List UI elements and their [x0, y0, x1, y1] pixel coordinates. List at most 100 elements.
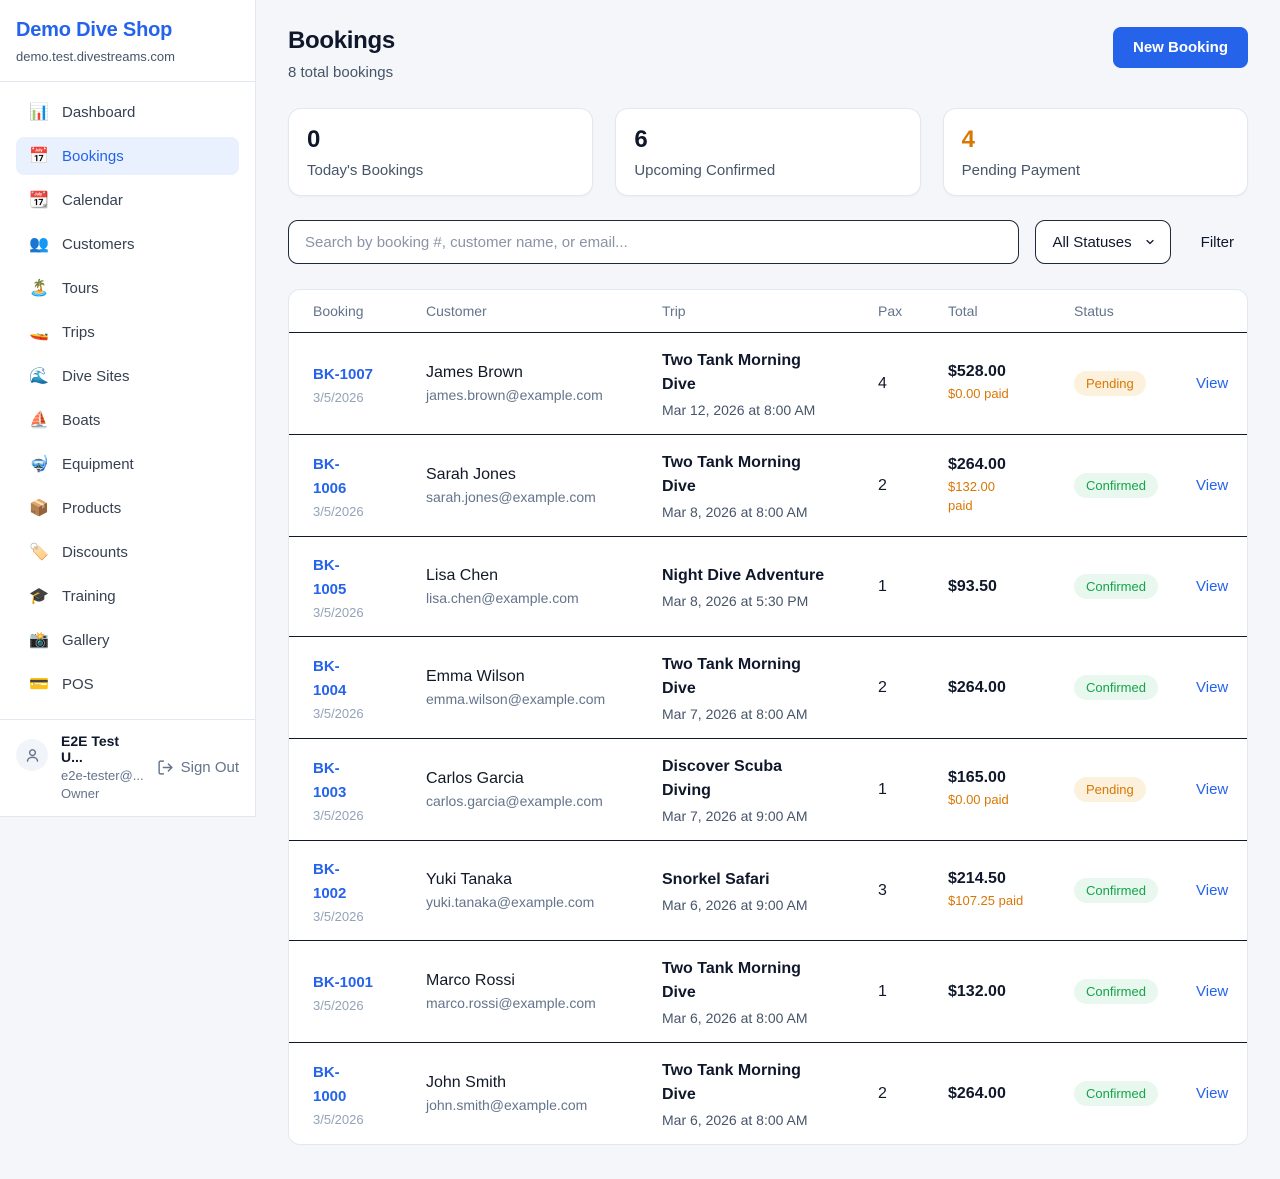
trip-cell: Two Tank Morning Dive Mar 7, 2026 at 8:0… — [662, 653, 878, 722]
booking-cell: BK-1007 3/5/2026 — [313, 363, 426, 405]
sidebar-item-bookings[interactable]: 📅 Bookings — [16, 137, 239, 175]
booking-cell: BK- 1000 3/5/2026 — [313, 1061, 426, 1127]
total-cell: $264.00 — [948, 1085, 1074, 1103]
trip-datetime: Mar 8, 2026 at 8:00 AM — [662, 504, 878, 520]
user-icon — [24, 747, 41, 764]
sidebar-item-products[interactable]: 📦 Products — [16, 489, 239, 527]
customer-name: John Smith — [426, 1074, 662, 1092]
view-link[interactable]: View — [1196, 882, 1228, 899]
trip-name: Two Tank Morning Dive — [662, 957, 878, 1005]
page-header: Bookings 8 total bookings New Booking — [288, 27, 1248, 81]
booking-date: 3/5/2026 — [313, 706, 426, 721]
actions-cell: View — [1196, 375, 1228, 393]
customer-email: john.smith@example.com — [426, 1097, 662, 1113]
user-meta: E2E Test U... e2e-tester@... Owner — [61, 733, 144, 801]
equipment-icon: 🤿 — [29, 454, 49, 474]
trip-cell: Discover Scuba Diving Mar 7, 2026 at 9:0… — [662, 755, 878, 824]
trip-datetime: Mar 6, 2026 at 8:00 AM — [662, 1010, 878, 1026]
booking-id-link[interactable]: BK- 1000 — [313, 1061, 426, 1109]
booking-id-link[interactable]: BK- 1002 — [313, 858, 426, 906]
status-cell: Pending — [1074, 777, 1196, 802]
sidebar-item-pos[interactable]: 💳 POS — [16, 665, 239, 703]
view-link[interactable]: View — [1196, 375, 1228, 392]
view-link[interactable]: View — [1196, 781, 1228, 798]
page-header-text: Bookings 8 total bookings — [288, 27, 395, 81]
filter-button[interactable]: Filter — [1187, 234, 1248, 251]
booking-id-link[interactable]: BK- 1005 — [313, 554, 426, 602]
booking-id-link[interactable]: BK- 1004 — [313, 655, 426, 703]
sign-out-button[interactable]: Sign Out — [157, 759, 239, 776]
view-link[interactable]: View — [1196, 983, 1228, 1000]
sidebar-item-tours[interactable]: 🏝️ Tours — [16, 269, 239, 307]
column-header-trip: Trip — [662, 303, 878, 319]
pos-icon: 💳 — [29, 674, 49, 694]
trip-name: Discover Scuba Diving — [662, 755, 878, 803]
sidebar-item-equipment[interactable]: 🤿 Equipment — [16, 445, 239, 483]
customer-email: james.brown@example.com — [426, 387, 662, 403]
customer-cell: Yuki Tanaka yuki.tanaka@example.com — [426, 871, 662, 910]
booking-id-link[interactable]: BK- 1006 — [313, 453, 426, 501]
trip-cell: Two Tank Morning Dive Mar 8, 2026 at 8:0… — [662, 451, 878, 520]
shop-name: Demo Dive Shop — [16, 19, 239, 42]
booking-date: 3/5/2026 — [313, 504, 426, 519]
actions-cell: View — [1196, 882, 1228, 900]
view-link[interactable]: View — [1196, 477, 1228, 494]
view-link[interactable]: View — [1196, 578, 1228, 595]
gallery-icon: 📸 — [29, 630, 49, 650]
sidebar-item-label: Dashboard — [62, 104, 135, 121]
booking-date: 3/5/2026 — [313, 998, 426, 1013]
stat-label: Upcoming Confirmed — [634, 162, 901, 179]
stat-label: Pending Payment — [962, 162, 1229, 179]
shop-domain: demo.test.divestreams.com — [16, 49, 239, 64]
total-cell: $165.00 $0.00 paid — [948, 769, 1074, 810]
customer-cell: John Smith john.smith@example.com — [426, 1074, 662, 1113]
booking-cell: BK- 1006 3/5/2026 — [313, 453, 426, 519]
sidebar-item-label: Discounts — [62, 544, 128, 561]
total-amount: $165.00 — [948, 769, 1074, 787]
customer-email: yuki.tanaka@example.com — [426, 894, 662, 910]
sidebar-item-dashboard[interactable]: 📊 Dashboard — [16, 93, 239, 131]
view-link[interactable]: View — [1196, 1085, 1228, 1102]
sidebar-item-training[interactable]: 🎓 Training — [16, 577, 239, 615]
booking-date: 3/5/2026 — [313, 808, 426, 823]
sidebar-item-dive-sites[interactable]: 🌊 Dive Sites — [16, 357, 239, 395]
new-booking-button[interactable]: New Booking — [1113, 27, 1248, 68]
column-header-pax: Pax — [878, 303, 948, 319]
total-cell: $528.00 $0.00 paid — [948, 363, 1074, 404]
trip-name: Snorkel Safari — [662, 868, 878, 892]
actions-cell: View — [1196, 983, 1228, 1001]
booking-cell: BK- 1005 3/5/2026 — [313, 554, 426, 620]
booking-id-link[interactable]: BK- 1003 — [313, 757, 426, 805]
customer-cell: Emma Wilson emma.wilson@example.com — [426, 668, 662, 707]
sidebar-item-discounts[interactable]: 🏷️ Discounts — [16, 533, 239, 571]
sidebar-item-label: Bookings — [62, 148, 124, 165]
sidebar-item-label: Equipment — [62, 456, 134, 473]
trip-datetime: Mar 6, 2026 at 8:00 AM — [662, 1112, 878, 1128]
customer-name: Emma Wilson — [426, 668, 662, 686]
sidebar-item-customers[interactable]: 👥 Customers — [16, 225, 239, 263]
trip-datetime: Mar 7, 2026 at 9:00 AM — [662, 808, 878, 824]
booking-id-link[interactable]: BK-1007 — [313, 363, 426, 387]
table-row: BK-1001 3/5/2026 Marco Rossi marco.rossi… — [289, 941, 1247, 1043]
view-link[interactable]: View — [1196, 679, 1228, 696]
status-cell: Confirmed — [1074, 979, 1196, 1004]
sidebar-item-gallery[interactable]: 📸 Gallery — [16, 621, 239, 659]
total-cell: $132.00 — [948, 983, 1074, 1001]
sidebar-item-trips[interactable]: 🚤 Trips — [16, 313, 239, 351]
booking-date: 3/5/2026 — [313, 909, 426, 924]
pax-value: 1 — [878, 781, 948, 799]
total-amount: $93.50 — [948, 578, 1074, 596]
main-content: Bookings 8 total bookings New Booking 0 … — [256, 0, 1280, 1179]
sidebar-item-calendar[interactable]: 📆 Calendar — [16, 181, 239, 219]
customer-email: emma.wilson@example.com — [426, 691, 662, 707]
actions-cell: View — [1196, 781, 1228, 799]
page-subtitle: 8 total bookings — [288, 64, 395, 81]
sidebar-item-boats[interactable]: ⛵ Boats — [16, 401, 239, 439]
sign-out-icon — [157, 759, 174, 776]
booking-id-link[interactable]: BK-1001 — [313, 971, 426, 995]
tours-icon: 🏝️ — [29, 278, 49, 298]
search-input[interactable] — [288, 220, 1019, 264]
booking-date: 3/5/2026 — [313, 1112, 426, 1127]
status-select[interactable]: All Statuses — [1035, 220, 1170, 264]
stat-card-upcoming-confirmed: 6 Upcoming Confirmed — [615, 108, 920, 196]
